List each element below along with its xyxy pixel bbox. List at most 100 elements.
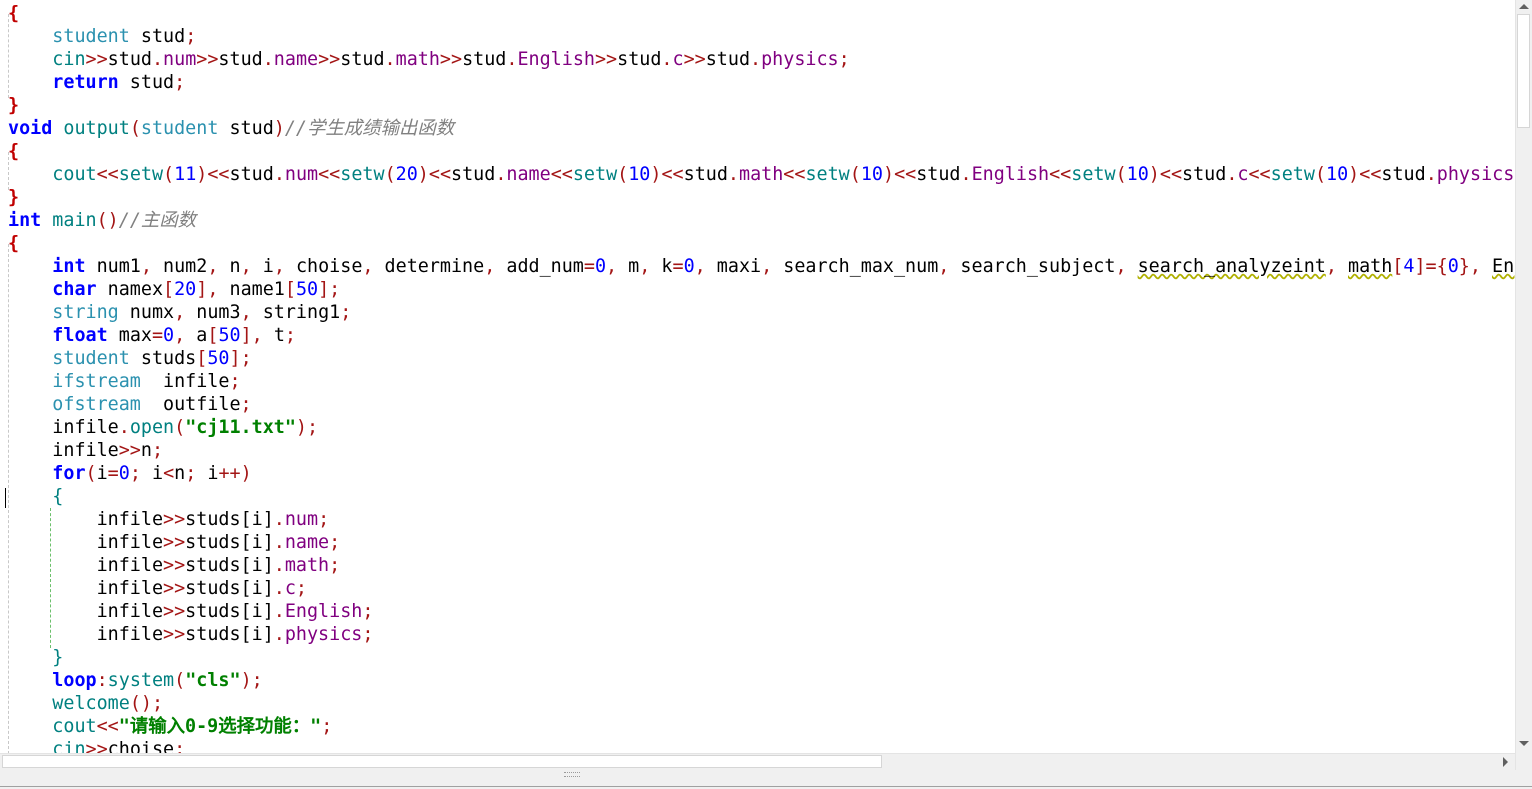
code-line[interactable]: infile>>studs[i].math; <box>8 554 1515 577</box>
code-line[interactable]: ifstream infile; <box>8 370 1515 393</box>
scroll-right-arrow-icon[interactable] <box>1503 757 1508 767</box>
code-token: , <box>1115 256 1127 277</box>
pane-splitter-grip[interactable] <box>564 772 580 777</box>
code-token: . <box>960 164 972 185</box>
code-line[interactable]: } <box>8 94 1515 117</box>
code-line[interactable]: } <box>8 646 1515 669</box>
code-token: . <box>1425 164 1437 185</box>
code-token: ; <box>185 26 197 47</box>
code-token: math <box>395 49 440 70</box>
code-line[interactable]: infile>>studs[i].c; <box>8 577 1515 600</box>
code-token: 0 <box>163 325 175 346</box>
code-token: ( <box>174 670 186 691</box>
code-token: infile <box>52 440 119 461</box>
code-line[interactable]: cin>>stud.num>>stud.name>>stud.math>>stu… <box>8 48 1515 71</box>
code-token: math <box>739 164 784 185</box>
code-line[interactable]: welcome(); <box>8 692 1515 715</box>
code-line[interactable]: for(i=0; i<n; i++) <box>8 462 1515 485</box>
code-token: setw <box>1270 164 1315 185</box>
code-line[interactable]: cin>>choise; <box>8 738 1515 753</box>
code-line[interactable]: infile>>studs[i].name; <box>8 531 1515 554</box>
code-token: stud <box>683 164 728 185</box>
code-token: stud <box>462 49 507 70</box>
code-line[interactable]: char namex[20], name1[50]; <box>8 278 1515 301</box>
code-token: << <box>318 164 341 185</box>
code-token: . <box>273 164 285 185</box>
code-token: << <box>550 164 573 185</box>
code-line[interactable]: loop:system("cls"); <box>8 669 1515 692</box>
code-line[interactable]: cout<<"请输入0-9选择功能："; <box>8 715 1515 738</box>
code-line[interactable]: student studs[50]; <box>8 347 1515 370</box>
code-token: >> <box>318 49 341 70</box>
code-line[interactable]: infile>>n; <box>8 439 1515 462</box>
code-token: outfile <box>140 394 241 415</box>
code-line[interactable]: { <box>8 140 1515 163</box>
code-token: c <box>284 578 296 599</box>
code-line[interactable]: return stud; <box>8 71 1515 94</box>
code-token: () <box>96 210 119 231</box>
code-token: << <box>96 716 119 737</box>
code-token: ++ <box>218 463 241 484</box>
scroll-up-arrow-icon[interactable] <box>1519 4 1529 9</box>
code-token: cin <box>52 739 86 753</box>
code-line[interactable]: int main()//主函数 <box>8 209 1515 232</box>
code-token: setw <box>572 164 618 185</box>
code-token: stud <box>617 49 662 70</box>
code-line[interactable]: } <box>8 186 1515 209</box>
code-token: ) <box>1148 164 1160 185</box>
code-line[interactable]: { <box>8 2 1515 25</box>
code-token: << <box>1248 164 1271 185</box>
code-token: [i] <box>240 601 274 622</box>
code-token: () <box>129 693 152 714</box>
code-token: stud <box>340 49 385 70</box>
code-line[interactable]: float max=0, a[50], t; <box>8 324 1515 347</box>
code-line[interactable]: { <box>8 232 1515 255</box>
code-line[interactable]: infile>>studs[i].physics; <box>8 623 1515 646</box>
horizontal-scroll-thumb[interactable] <box>2 755 882 768</box>
code-token: stud <box>118 72 175 93</box>
code-token: 50 <box>207 348 230 369</box>
code-token: ; <box>329 532 341 553</box>
code-token: ] <box>1414 256 1426 277</box>
code-line[interactable]: int num1, num2, n, i, choise, determine,… <box>8 255 1515 278</box>
scroll-down-arrow-icon[interactable] <box>1519 741 1529 746</box>
code-line[interactable]: ofstream outfile; <box>8 393 1515 416</box>
code-line[interactable]: infile>>studs[i].num; <box>8 508 1515 531</box>
code-token: infile <box>96 555 164 576</box>
code-line[interactable]: string numx, num3, string1; <box>8 301 1515 324</box>
code-token: ; <box>340 302 352 323</box>
code-token: , <box>207 279 219 300</box>
code-line[interactable]: cout<<setw(11)<<stud.num<<setw(20)<<stud… <box>8 163 1515 186</box>
code-token: >> <box>594 49 618 70</box>
code-token: c <box>1237 164 1249 185</box>
code-token: ( <box>849 164 861 185</box>
vertical-scroll-thumb[interactable] <box>1517 14 1530 128</box>
code-line[interactable]: infile.open("cj11.txt"); <box>8 416 1515 439</box>
code-token: . <box>273 532 285 553</box>
code-token: = <box>583 256 595 277</box>
code-token: >> <box>163 555 186 576</box>
code-editor[interactable]: { student stud; cin>>stud.num>>stud.name… <box>0 0 1515 753</box>
code-line[interactable]: infile>>studs[i].English; <box>8 600 1515 623</box>
code-line[interactable]: { <box>8 485 1515 508</box>
code-token: ; <box>307 417 319 438</box>
code-token: 11 <box>174 164 197 185</box>
code-token: , <box>938 256 950 277</box>
code-token: : <box>96 670 108 691</box>
code-token: 0 <box>118 463 130 484</box>
code-token: "请输入0-9选择功能：" <box>118 716 322 737</box>
code-token: . <box>384 49 396 70</box>
code-token: 4 <box>1403 256 1415 277</box>
code-line[interactable]: student stud; <box>8 25 1515 48</box>
code-token: << <box>96 164 119 185</box>
code-token: numx <box>118 302 175 323</box>
code-token: add_num <box>495 256 584 277</box>
code-line[interactable]: void output(student stud)//学生成绩输出函数 <box>8 117 1515 140</box>
code-token: studs <box>185 601 241 622</box>
code-token: student <box>52 26 130 47</box>
